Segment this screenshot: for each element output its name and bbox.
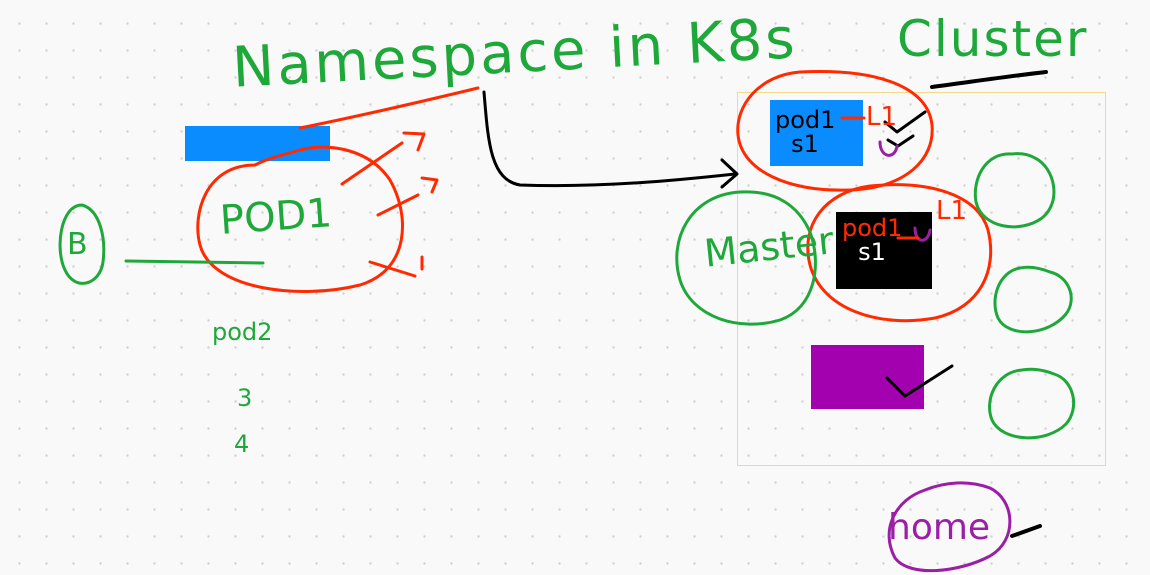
mid-box-line1: pod1 (842, 214, 903, 242)
pod1-label: POD1 (218, 190, 334, 244)
b-label: B (67, 227, 88, 262)
mid-box-line2: s1 (858, 238, 886, 266)
green-node-circle-2 (993, 265, 1073, 334)
pod2-label: pod2 (212, 318, 273, 346)
namespace-arrow (482, 90, 737, 188)
green-node-circle-1 (973, 152, 1056, 229)
home-label: home (888, 507, 991, 548)
home-black-tail (1010, 524, 1042, 538)
cluster-title: Cluster (897, 10, 1089, 68)
mid-box-text: pod1 s1 (842, 216, 902, 264)
b-connector-line (124, 259, 265, 265)
whiteboard-canvas (58, 70, 1076, 573)
number-4: 4 (234, 430, 250, 458)
top-box-text: pod1 s1 (775, 108, 835, 156)
mid-box-tag: L1 (936, 196, 968, 226)
top-box-line1: pod1 (775, 106, 836, 134)
cluster-underline (930, 70, 1048, 89)
green-node-circle-3 (988, 367, 1076, 440)
number-3: 3 (237, 384, 253, 412)
check-mark-purple-box (885, 364, 954, 398)
top-box-tag: L1 (866, 102, 898, 132)
top-box-line2: s1 (791, 130, 819, 158)
